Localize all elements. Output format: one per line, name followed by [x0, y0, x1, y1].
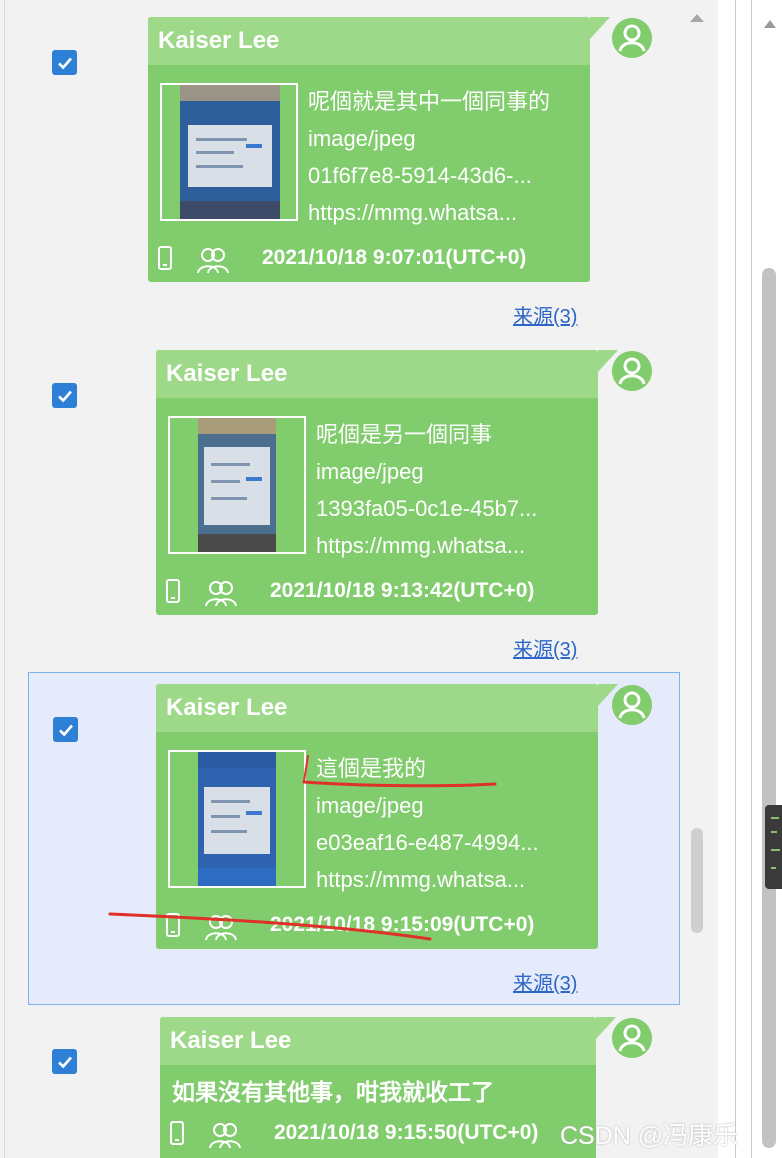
group-icon [209, 1123, 241, 1149]
check-icon [57, 1056, 72, 1068]
source-link[interactable]: 来源(3) [513, 300, 577, 329]
list-scrollbar-track[interactable] [682, 0, 718, 1158]
message-list[interactable]: Kaiser Lee 呢個就是其中一個同事的 image/jpeg 01f6f7… [0, 0, 718, 1158]
message-checkbox[interactable] [52, 383, 77, 408]
group-icon [205, 581, 237, 607]
scroll-up-arrow-icon[interactable] [690, 14, 704, 22]
attachment-photo [198, 752, 276, 886]
message-bubble[interactable]: Kaiser Lee 這個是我的 image/jpeg e03eaf16-e48… [156, 684, 618, 949]
source-link[interactable]: 来源(3) [513, 967, 577, 996]
list-scrollbar-thumb[interactable] [691, 828, 703, 933]
check-icon [57, 390, 72, 402]
message-checkbox[interactable] [52, 1049, 77, 1074]
sender-name: Kaiser Lee [166, 360, 288, 387]
image-caption: 呢個是另一個同事 [316, 422, 493, 447]
sender-name: Kaiser Lee [158, 27, 280, 54]
user-avatar-icon [612, 1018, 652, 1058]
watermark: CSDN @冯康乐 [560, 1122, 739, 1150]
outer-scroll-up-arrow-icon[interactable] [764, 20, 776, 28]
image-thumbnail[interactable] [168, 750, 306, 888]
message-bubble[interactable]: Kaiser Lee 呢個是另一個同事 image/jpeg 1393fa05-… [156, 350, 618, 615]
message-timestamp: 2021/10/18 9:15:50(UTC+0) [274, 1121, 539, 1144]
bubble-header: Kaiser Lee [148, 17, 610, 65]
phone-icon [158, 246, 172, 270]
bubble-header: Kaiser Lee [156, 350, 618, 398]
message-timestamp: 2021/10/18 9:07:01(UTC+0) [262, 246, 527, 269]
group-icon [205, 915, 237, 941]
message-text: 如果沒有其他事，咁我就收工了 [172, 1079, 494, 1105]
user-avatar-icon [612, 685, 652, 725]
group-icon [197, 248, 229, 274]
image-caption: 這個是我的 [316, 756, 427, 781]
check-icon [58, 724, 73, 736]
mime-type: image/jpeg [308, 126, 416, 151]
media-url: https://mmg.whatsa... [308, 200, 518, 225]
image-caption: 呢個就是其中一個同事的 [308, 89, 551, 114]
sender-name: Kaiser Lee [170, 1027, 292, 1054]
file-id: e03eaf16-e487-4994... [316, 830, 539, 855]
phone-icon [166, 579, 180, 603]
minimap-preview[interactable] [765, 805, 782, 889]
file-id: 01f6f7e8-5914-43d6-... [308, 163, 532, 188]
message-row[interactable]: Kaiser Lee 呢個就是其中一個同事的 image/jpeg 01f6f7… [0, 0, 682, 334]
phone-icon [170, 1121, 184, 1145]
media-url: https://mmg.whatsa... [316, 533, 526, 558]
bubble-header: Kaiser Lee [156, 684, 618, 732]
message-checkbox[interactable] [53, 717, 78, 742]
media-url: https://mmg.whatsa... [316, 867, 526, 892]
message-row-selected[interactable]: Kaiser Lee 這個是我的 image/jpeg e03eaf16-e48… [28, 672, 680, 1005]
source-link[interactable]: 来源(3) [513, 633, 577, 662]
attachment-photo [198, 418, 276, 552]
message-checkbox[interactable] [52, 50, 77, 75]
bubble-header: Kaiser Lee [160, 1017, 616, 1065]
user-avatar-icon [612, 351, 652, 391]
image-thumbnail[interactable] [160, 83, 298, 221]
message-bubble[interactable]: Kaiser Lee 如果沒有其他事，咁我就收工了 2021/10/18 9:1… [160, 1017, 616, 1158]
message-timestamp: 2021/10/18 9:15:09(UTC+0) [270, 913, 535, 936]
phone-icon [166, 913, 180, 937]
sender-name: Kaiser Lee [166, 694, 288, 721]
message-row[interactable]: Kaiser Lee 呢個是另一個同事 image/jpeg 1393fa05-… [0, 334, 682, 668]
divider [735, 0, 736, 1158]
outer-scrollbar-thumb[interactable] [762, 268, 776, 1148]
image-thumbnail[interactable] [168, 416, 306, 554]
message-timestamp: 2021/10/18 9:13:42(UTC+0) [270, 579, 535, 602]
user-avatar-icon [612, 18, 652, 58]
mime-type: image/jpeg [316, 793, 424, 818]
message-bubble[interactable]: Kaiser Lee 呢個就是其中一個同事的 image/jpeg 01f6f7… [148, 17, 610, 282]
mime-type: image/jpeg [316, 459, 424, 484]
file-id: 1393fa05-0c1e-45b7... [316, 496, 538, 521]
divider [751, 0, 752, 1158]
attachment-photo [180, 85, 280, 219]
check-icon [57, 57, 72, 69]
